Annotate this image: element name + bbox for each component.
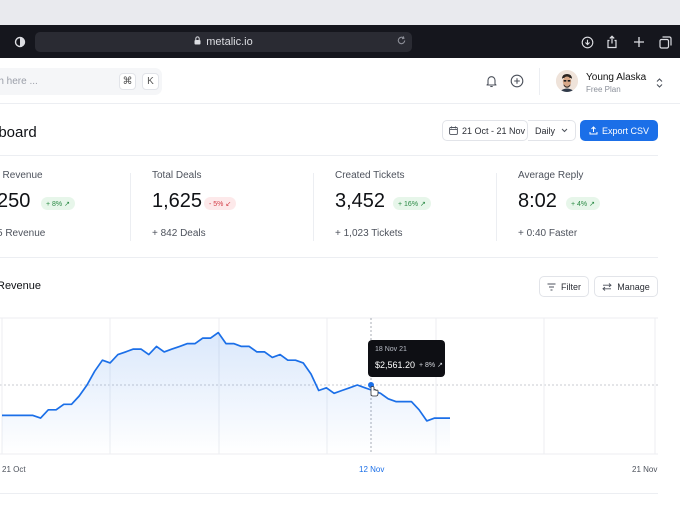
trend-badge: + 16% ↗: [393, 197, 431, 210]
export-csv-button[interactable]: Export CSV: [580, 120, 658, 141]
date-range-label: 21 Oct - 21 Nov: [462, 125, 526, 136]
manage-button[interactable]: Manage: [594, 276, 658, 297]
divider: [496, 173, 497, 241]
stat-sub: + 1,023 Tickets: [335, 228, 403, 239]
address-bar[interactable]: metalic.io: [35, 32, 412, 52]
manage-label: Manage: [617, 281, 650, 292]
share-icon[interactable]: [604, 34, 620, 50]
x-axis-label: 21 Oct: [2, 465, 26, 474]
reload-icon[interactable]: [396, 35, 407, 49]
tooltip-date: 18 Nov 21: [375, 346, 407, 353]
swap-arrows-icon: [602, 282, 612, 291]
interval-dropdown[interactable]: Daily: [528, 120, 576, 141]
chevron-down-icon: [561, 128, 568, 133]
date-range-button[interactable]: 21 Oct - 21 Nov: [442, 120, 528, 141]
stat-sub: 5 Revenue: [0, 228, 46, 239]
page-title: nboard: [0, 124, 37, 141]
stat-value: 250: [0, 190, 31, 212]
stat-sub: + 842 Deals: [152, 228, 206, 239]
cursor-icon: [370, 386, 379, 397]
revenue-chart[interactable]: [0, 316, 660, 461]
divider: [0, 257, 658, 258]
divider: [130, 173, 131, 241]
avatar[interactable]: [556, 70, 578, 92]
tooltip-value: $2,561.20: [375, 360, 416, 370]
divider: [313, 173, 314, 241]
filter-label: Filter: [561, 281, 581, 292]
kbd-command-key: ⌘: [119, 73, 136, 90]
upload-icon: [589, 126, 598, 135]
kbd-k-key: K: [142, 73, 159, 90]
user-plan: Free Plan: [586, 85, 621, 94]
stat-label: t Revenue: [0, 170, 43, 181]
stat-value: 1,625: [152, 190, 203, 212]
interval-label: Daily: [535, 125, 556, 136]
add-circle-icon[interactable]: [510, 74, 524, 88]
divider: [0, 493, 658, 494]
browser-toolbar: metalic.io: [0, 25, 680, 58]
shield-icon[interactable]: [12, 34, 28, 50]
lock-icon: [194, 36, 201, 48]
stat-value: 3,452: [335, 190, 386, 212]
download-icon[interactable]: [579, 34, 595, 50]
section-title: Revenue: [0, 280, 42, 292]
stat-value: 8:02: [518, 190, 557, 212]
user-name[interactable]: Young Alaska: [586, 72, 646, 83]
tooltip-change: + 8% ↗: [419, 362, 443, 369]
chevron-up-down-icon[interactable]: [655, 76, 664, 94]
export-csv-label: Export CSV: [601, 125, 650, 136]
new-tab-icon[interactable]: [631, 34, 647, 50]
trend-badge: + 4% ↗: [566, 197, 600, 210]
x-axis-label: 21 Nov: [632, 465, 658, 474]
filter-icon: [547, 283, 556, 290]
trend-badge: - 5% ↙: [204, 197, 237, 210]
stat-label: Average Reply: [518, 170, 584, 181]
search-input[interactable]: rch here ... ⌘ K: [0, 68, 162, 95]
trend-badge: + 8% ↗: [41, 197, 75, 210]
top-bar: rch here ... ⌘ K Young Alaska Free Plan: [0, 58, 680, 104]
bell-icon[interactable]: [485, 74, 499, 88]
x-axis-label: 12 Nov: [359, 465, 385, 474]
stat-sub: + 0:40 Faster: [518, 228, 578, 239]
dashboard-page: rch here ... ⌘ K Young Alaska Free Plan: [0, 58, 680, 510]
filter-button[interactable]: Filter: [539, 276, 589, 297]
tabs-overview-icon[interactable]: [657, 34, 673, 50]
chart-tooltip: 18 Nov 21 $2,561.20 + 8% ↗: [368, 340, 445, 377]
search-placeholder: rch here ...: [0, 76, 38, 87]
calendar-icon: [449, 126, 458, 135]
stat-label: Created Tickets: [335, 170, 405, 181]
stat-label: Total Deals: [152, 170, 202, 181]
divider: [0, 155, 658, 156]
url-text: metalic.io: [206, 36, 253, 48]
divider: [539, 68, 540, 95]
